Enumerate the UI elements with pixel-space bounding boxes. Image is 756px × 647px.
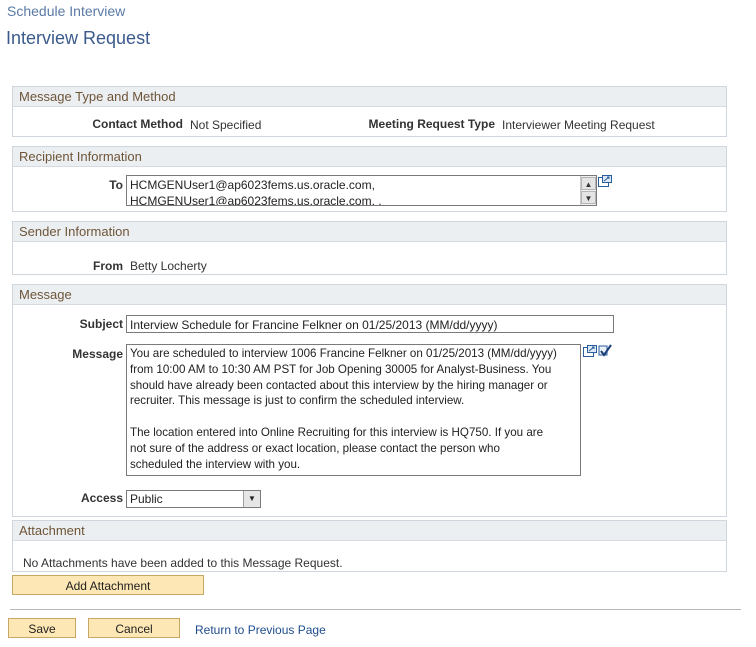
- access-label: Access: [80, 491, 123, 505]
- to-label: To: [109, 178, 123, 192]
- from-label: From: [93, 259, 123, 273]
- to-line: HCMGENUser1@ap6023fems.us.oracle.com, ,: [130, 194, 382, 206]
- contact-method-label: Contact Method: [92, 117, 183, 131]
- access-value: Public: [130, 492, 163, 506]
- save-button[interactable]: Save: [8, 618, 76, 638]
- from-value: Betty Locherty: [130, 259, 207, 273]
- chevron-down-icon[interactable]: ▼: [243, 491, 260, 507]
- message-section: Message Subject Interview Schedule for F…: [12, 284, 727, 517]
- message-body-line: The location entered into Online Recruit…: [130, 425, 544, 439]
- scroll-up-icon[interactable]: ▲: [581, 177, 596, 190]
- subject-value: Interview Schedule for Francine Felkner …: [130, 318, 498, 332]
- sender-section: Sender Information From Betty Locherty: [12, 221, 727, 275]
- contact-method-value: Not Specified: [190, 118, 262, 132]
- to-scrollbar[interactable]: ▲ ▼: [580, 176, 596, 205]
- message-body-line: You are scheduled to interview 1006 Fran…: [130, 347, 557, 360]
- section-heading: Sender Information: [13, 222, 726, 242]
- recipient-section: Recipient Information To HCMGENUser1@ap6…: [12, 146, 727, 212]
- scroll-down-icon[interactable]: ▼: [581, 191, 596, 204]
- message-body-line: not sure of the address or exact locatio…: [130, 441, 500, 455]
- message-type-section: Message Type and Method Contact Method N…: [12, 86, 727, 137]
- add-attachment-button[interactable]: Add Attachment: [12, 575, 204, 595]
- no-attachments-text: No Attachments have been added to this M…: [23, 556, 343, 570]
- expand-icon[interactable]: [598, 175, 612, 187]
- section-heading: Attachment: [13, 521, 726, 541]
- page-title: Interview Request: [6, 28, 151, 48]
- access-select[interactable]: Public ▼: [126, 490, 261, 508]
- message-body: You are scheduled to interview 1006 Fran…: [130, 346, 577, 472]
- section-heading: Message Type and Method: [13, 87, 726, 107]
- to-line: HCMGENUser1@ap6023fems.us.oracle.com,: [130, 178, 375, 192]
- to-field[interactable]: HCMGENUser1@ap6023fems.us.oracle.com, HC…: [126, 175, 597, 206]
- message-body-line: should have already been contacted about…: [130, 378, 548, 392]
- breadcrumb: Schedule Interview: [7, 3, 126, 19]
- message-body-line: scheduled the interview with you.: [130, 457, 301, 471]
- footer-divider: [10, 609, 741, 610]
- message-body-line: [130, 409, 577, 425]
- message-body-field[interactable]: You are scheduled to interview 1006 Fran…: [126, 344, 581, 476]
- section-heading: Recipient Information: [13, 147, 726, 167]
- message-body-line: recruiter. This message is just to confi…: [130, 394, 465, 408]
- return-to-previous-page-link[interactable]: Return to Previous Page: [195, 623, 326, 637]
- message-label: Message: [72, 347, 123, 361]
- meeting-type-value: Interviewer Meeting Request: [502, 118, 655, 132]
- spell-check-icon[interactable]: [598, 344, 612, 357]
- attachment-section: Attachment No Attachments have been adde…: [12, 520, 727, 572]
- meeting-type-label: Meeting Request Type: [368, 117, 495, 131]
- cancel-button[interactable]: Cancel: [88, 618, 180, 638]
- section-heading: Message: [13, 285, 726, 305]
- message-body-line: from 10:00 AM to 10:30 AM PST for Job Op…: [130, 362, 552, 376]
- subject-field[interactable]: Interview Schedule for Francine Felkner …: [126, 315, 614, 333]
- subject-label: Subject: [79, 317, 123, 331]
- expand-icon[interactable]: [583, 345, 597, 357]
